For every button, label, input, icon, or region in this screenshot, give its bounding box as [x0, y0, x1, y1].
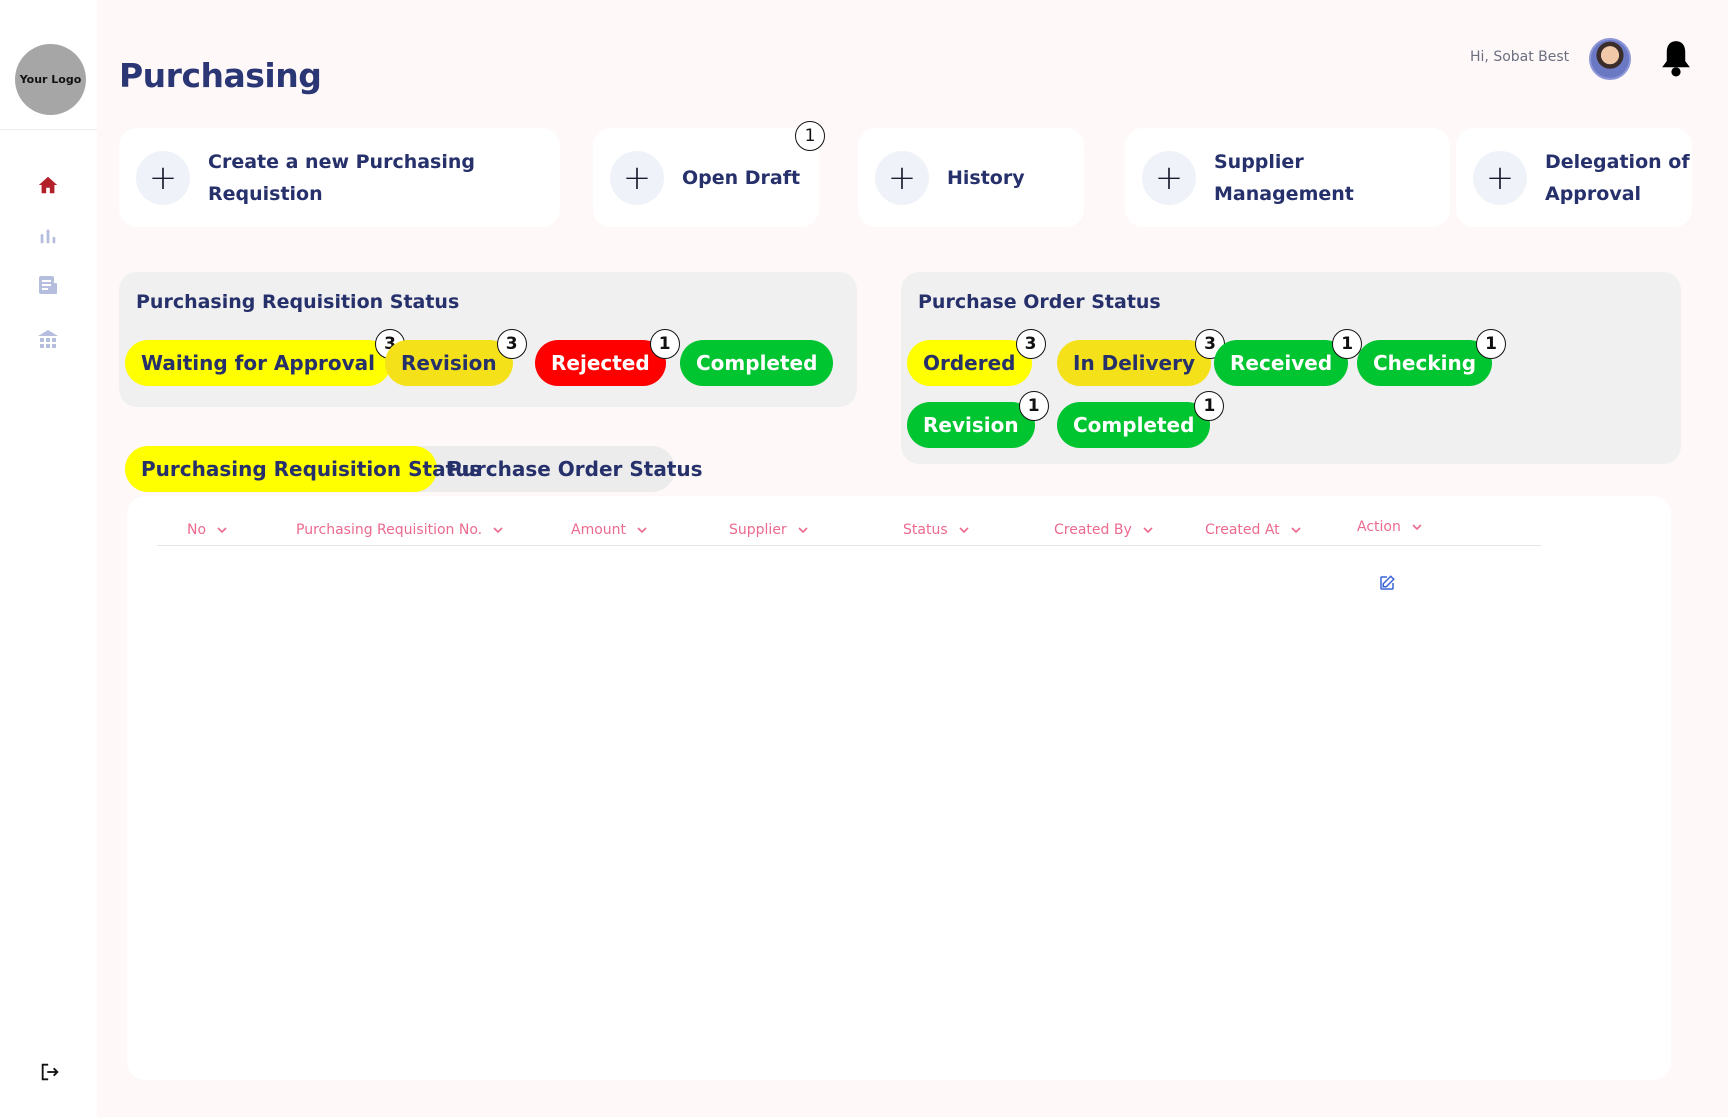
status-pill-completed[interactable]: Completed [680, 340, 834, 386]
home-icon[interactable] [34, 171, 62, 199]
count-badge: 1 [1194, 391, 1225, 421]
chevron-down-icon [1412, 524, 1422, 531]
count-badge: 3 [1015, 329, 1046, 359]
plus-icon: + [875, 150, 929, 205]
pr-status-panel: Purchasing Requisition Status Waiting fo… [119, 272, 857, 407]
action-label: Open Draft [682, 166, 801, 189]
column-header-no[interactable]: No [187, 522, 228, 538]
history-button[interactable]: + History [858, 128, 1084, 227]
table-header: No Purchasing Requisition No. Amount Sup… [157, 519, 1541, 546]
open-draft-button[interactable]: + Open Draft 1 [593, 121, 825, 227]
column-header-created-at[interactable]: Created At [1205, 522, 1302, 538]
panel-title: Purchasing Requisition Status [136, 291, 460, 313]
column-label: Created By [1054, 522, 1132, 538]
column-header-created-by[interactable]: Created By [1054, 522, 1154, 538]
chevron-down-icon [1143, 527, 1153, 534]
column-label: Action [1357, 519, 1401, 535]
main-content: Purchasing Hi, Sobat Best + Create a new… [97, 0, 1728, 1117]
column-header-supplier[interactable]: Supplier [729, 522, 809, 538]
tab-purchase-order-status[interactable]: Purchase Order Status [447, 446, 703, 492]
tab-purchasing-requisition-status[interactable]: Purchasing Requisition Status [125, 446, 481, 492]
action-label: Supplier Management [1214, 150, 1354, 205]
column-header-action[interactable]: Action [1357, 519, 1423, 535]
action-label: History [947, 166, 1025, 189]
plus-icon: + [136, 150, 190, 205]
action-label: Create a new Purchasing Requistion [208, 150, 476, 205]
pill-label: Rejected [551, 351, 650, 375]
plus-icon: + [1142, 150, 1196, 205]
building-icon[interactable] [34, 326, 62, 354]
status-pill-checking[interactable]: Checking 1 [1357, 329, 1507, 386]
status-pill-revision[interactable]: Revision 3 [385, 329, 527, 386]
sidebar-divider [0, 129, 97, 130]
status-pill-ordered[interactable]: Ordered 3 [907, 329, 1046, 386]
status-pill-po-completed[interactable]: Completed 1 [1057, 391, 1225, 448]
pill-label: In Delivery [1073, 351, 1196, 375]
chevron-down-icon [217, 527, 227, 534]
column-label: Supplier [729, 522, 787, 538]
count-badge: 1 [649, 329, 680, 359]
avatar[interactable] [1589, 38, 1631, 80]
chevron-down-icon [637, 527, 647, 534]
sidebar: Your Logo [0, 0, 97, 1117]
supplier-management-button[interactable]: + Supplier Management [1125, 128, 1450, 227]
status-tabs: Purchasing Requisition Status Purchase O… [125, 446, 703, 492]
pill-label: Checking [1373, 351, 1477, 375]
chevron-down-icon [798, 527, 808, 534]
delegation-of-approval-button[interactable]: + Delegation of Approval [1456, 128, 1692, 227]
panel-title: Purchase Order Status [918, 291, 1161, 313]
chevron-down-icon [1291, 527, 1301, 534]
count-badge: 1 [1476, 329, 1507, 359]
column-label: No [187, 522, 207, 538]
po-status-panel: Purchase Order Status Ordered 3 In Deliv… [901, 272, 1681, 464]
status-pill-in-delivery[interactable]: In Delivery 3 [1057, 329, 1226, 386]
column-label: Purchasing Requisition No. [296, 522, 483, 538]
count-badge: 1 [1018, 391, 1049, 421]
column-header-requisition-no[interactable]: Purchasing Requisition No. [296, 522, 504, 538]
plus-icon: + [1473, 150, 1527, 205]
status-pill-waiting-for-approval[interactable]: Waiting for Approval 3 [125, 329, 406, 386]
logout-icon[interactable] [36, 1058, 64, 1086]
logo[interactable]: Your Logo [15, 44, 86, 115]
create-requisition-button[interactable]: + Create a new Purchasing Requistion [119, 128, 560, 227]
column-label: Status [903, 522, 948, 538]
page-title: Purchasing [119, 56, 322, 95]
column-header-amount[interactable]: Amount [571, 522, 648, 538]
column-label: Created At [1205, 522, 1280, 538]
pill-label: Revision [923, 413, 1019, 437]
logo-text: Your Logo [19, 73, 82, 86]
pill-label: Received [1230, 351, 1333, 375]
pill-label: Revision [401, 351, 497, 375]
count-badge: 3 [496, 329, 527, 359]
edit-icon[interactable] [1378, 574, 1396, 592]
plus-icon: + [610, 150, 664, 205]
pill-label: Completed [1073, 413, 1195, 437]
chevron-down-icon [493, 527, 503, 534]
bar-chart-icon[interactable] [34, 222, 62, 250]
pill-label: Completed [696, 351, 818, 375]
greeting: Hi, Sobat Best [1470, 49, 1570, 65]
status-pill-po-revision[interactable]: Revision 1 [907, 391, 1049, 448]
status-pill-rejected[interactable]: Rejected 1 [535, 329, 680, 386]
chevron-down-icon [959, 527, 969, 534]
pill-label: Waiting for Approval [141, 351, 376, 375]
draft-count-badge: 1 [795, 121, 825, 151]
column-header-status[interactable]: Status [903, 522, 970, 538]
bell-icon[interactable] [1657, 38, 1697, 78]
action-label: Delegation of Approval [1545, 150, 1690, 205]
column-label: Amount [571, 522, 627, 538]
status-pill-received[interactable]: Received 1 [1214, 329, 1363, 386]
pill-label: Ordered [923, 351, 1016, 375]
document-icon[interactable] [34, 271, 62, 299]
requisition-table: No Purchasing Requisition No. Amount Sup… [127, 496, 1671, 1080]
